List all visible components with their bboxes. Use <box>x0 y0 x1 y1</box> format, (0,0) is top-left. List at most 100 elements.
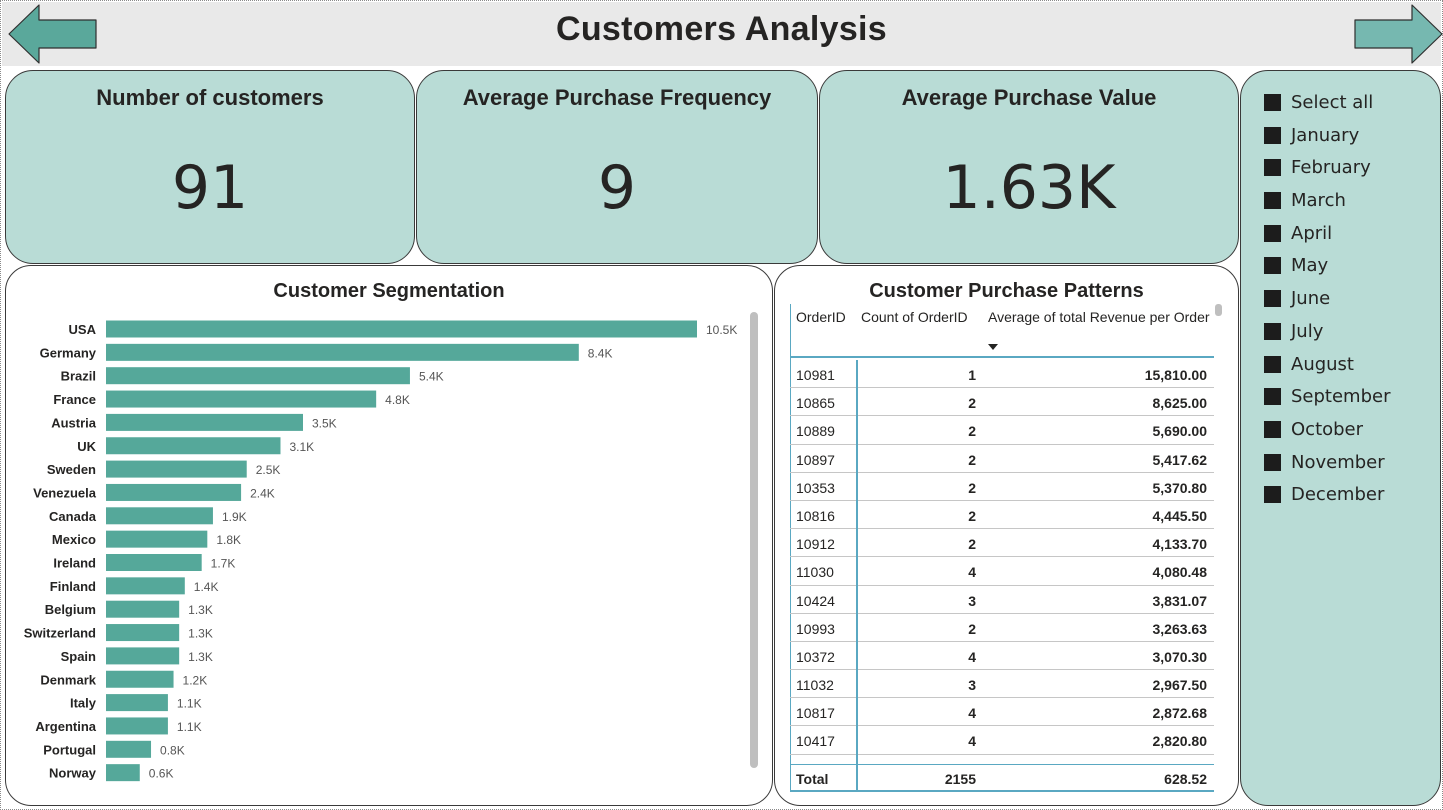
column-header-orderid[interactable]: OrderID <box>796 307 846 327</box>
column-header-avg-revenue[interactable]: Average of total Revenue per Order <box>988 307 1210 327</box>
order-count-cell: 2 <box>968 536 976 553</box>
slicer-item-label: January <box>1291 124 1360 146</box>
checkbox-icon[interactable] <box>1264 486 1281 504</box>
category-label: Ireland <box>53 556 96 571</box>
table-row[interactable]: 10912 2 4,133.70 <box>790 529 1214 558</box>
bar[interactable] <box>106 390 377 408</box>
order-id-cell: 10912 <box>796 536 835 553</box>
checkbox-icon[interactable] <box>1264 420 1281 438</box>
forward-arrow-icon[interactable] <box>1352 3 1443 65</box>
column-header-count[interactable]: Count of OrderID <box>861 307 968 327</box>
table-body: 10981 1 15,810.00 10865 2 8,625.00 10889 2 5,690… <box>790 360 1214 764</box>
order-count-cell: 3 <box>968 592 976 609</box>
data-label: 1.1K <box>177 720 202 734</box>
category-label: UK <box>77 439 96 454</box>
checkbox-icon[interactable] <box>1264 355 1281 373</box>
bar[interactable] <box>106 717 168 735</box>
checkbox-icon[interactable] <box>1264 126 1281 144</box>
table-scrollbar[interactable] <box>1215 304 1222 316</box>
avg-revenue-cell: 3,070.30 <box>1152 648 1208 665</box>
table-row[interactable]: 10372 4 3,070.30 <box>790 642 1214 671</box>
order-count-cell: 2 <box>968 451 976 468</box>
data-label: 1.3K <box>188 603 213 617</box>
bar[interactable] <box>106 343 579 361</box>
table-row[interactable]: 10993 2 3,263.63 <box>790 614 1214 642</box>
checkbox-icon[interactable] <box>1264 388 1281 406</box>
table-row[interactable]: 10981 1 15,810.00 <box>790 360 1214 389</box>
avg-revenue-cell: 2,872.68 <box>1152 705 1208 722</box>
order-count-cell: 4 <box>968 733 976 750</box>
avg-revenue-cell: 2,967.50 <box>1152 677 1208 694</box>
bar[interactable] <box>106 764 140 782</box>
bar[interactable] <box>106 460 247 478</box>
bar[interactable] <box>106 483 242 501</box>
table-header: OrderID Count of OrderID Average of tota… <box>790 304 1214 358</box>
chart-scrollbar[interactable] <box>750 312 758 768</box>
category-label: Norway <box>49 766 97 781</box>
order-id-cell: 10816 <box>796 507 835 524</box>
sort-descending-icon[interactable] <box>988 344 998 350</box>
category-label: Canada <box>49 509 97 524</box>
slicer-item-label: December <box>1291 484 1385 506</box>
category-label: Portugal <box>43 742 96 757</box>
kpi-card-purchase-value: Average Purchase Value 1.63K <box>819 70 1239 264</box>
kpi-value: 1.63K <box>942 153 1116 223</box>
order-count-cell: 4 <box>968 648 976 665</box>
order-count-cell: 2 <box>968 507 976 524</box>
bar[interactable] <box>106 507 213 525</box>
table-row[interactable]: 11030 4 4,080.48 <box>790 557 1214 586</box>
category-label: Spain <box>61 649 96 664</box>
avg-revenue-cell: 3,263.63 <box>1152 620 1208 637</box>
order-count-cell: 4 <box>968 564 976 581</box>
category-label: Switzerland <box>24 626 96 641</box>
bar[interactable] <box>106 554 202 571</box>
category-label: Austria <box>51 415 97 430</box>
data-label: 1.3K <box>188 627 213 641</box>
table-row[interactable]: 10897 2 5,417.62 <box>790 445 1214 473</box>
checkbox-icon[interactable] <box>1264 192 1281 210</box>
bar[interactable] <box>106 320 697 338</box>
checkbox-icon[interactable] <box>1264 290 1281 308</box>
checkbox-icon[interactable] <box>1264 453 1281 471</box>
bar[interactable] <box>106 437 281 455</box>
order-id-cell: 10897 <box>796 451 835 468</box>
table-row[interactable]: 10417 4 2,820.80 <box>790 726 1214 755</box>
bar[interactable] <box>106 670 174 688</box>
bar[interactable] <box>106 577 185 595</box>
bar[interactable] <box>106 367 410 385</box>
total-count: 2155 <box>944 771 976 787</box>
bar[interactable] <box>106 624 180 642</box>
data-label: 0.8K <box>160 743 185 757</box>
checkbox-icon[interactable] <box>1264 322 1281 340</box>
table-row[interactable]: 10816 2 4,445.50 <box>790 501 1214 530</box>
bar[interactable] <box>106 694 168 712</box>
slicer-item-label: Select all <box>1291 92 1374 113</box>
order-count-cell: 4 <box>968 705 976 722</box>
avg-revenue-cell: 2,820.80 <box>1152 733 1208 750</box>
bar[interactable] <box>106 600 180 618</box>
checkbox-icon[interactable] <box>1264 159 1281 177</box>
bar[interactable] <box>106 530 208 548</box>
bar[interactable] <box>106 647 180 665</box>
bar[interactable] <box>106 740 152 758</box>
checkbox-icon[interactable] <box>1264 257 1281 275</box>
table-row[interactable]: 11032 3 2,967.50 <box>790 670 1214 699</box>
table-row[interactable]: 10353 2 5,370.80 <box>790 473 1214 501</box>
slicer-item-label: September <box>1291 386 1391 408</box>
order-count-cell: 2 <box>968 423 976 440</box>
order-id-cell: 10424 <box>796 592 835 609</box>
table-row[interactable]: 1047942,623.90 <box>790 755 1214 764</box>
category-label: Belgium <box>45 602 96 617</box>
table-row[interactable]: 10424 3 3,831.07 <box>790 586 1214 614</box>
total-avg: 628.52 <box>1164 771 1207 787</box>
table-row[interactable]: 10865 2 8,625.00 <box>790 388 1214 417</box>
data-label: 0.6K <box>149 767 174 781</box>
bar[interactable] <box>106 413 303 431</box>
order-id-cell: 10889 <box>796 423 835 440</box>
checkbox-icon[interactable] <box>1264 224 1281 242</box>
order-id-cell: 11030 <box>796 564 834 581</box>
table-row[interactable]: 10889 2 5,690.00 <box>790 416 1214 445</box>
checkbox-icon[interactable] <box>1264 94 1281 111</box>
data-label: 1.3K <box>188 650 213 664</box>
table-row[interactable]: 10817 4 2,872.68 <box>790 698 1214 727</box>
